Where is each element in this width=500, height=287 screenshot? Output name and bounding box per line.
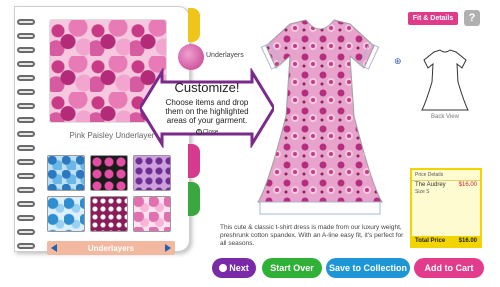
close-label: Close <box>202 129 219 136</box>
fabric-swatch[interactable] <box>90 196 128 232</box>
fabric-swatch[interactable] <box>133 155 171 191</box>
add-to-cart-button[interactable]: Add to Cart <box>414 258 484 278</box>
price-details-panel: Price Details The Audrey $16.00 Size S T… <box>410 168 482 248</box>
price-item-row: The Audrey $16.00 <box>412 181 480 189</box>
tab-fabrics[interactable] <box>188 8 200 42</box>
back-view-label: Back View <box>431 114 459 120</box>
price-header: Price Details <box>412 170 480 181</box>
help-button[interactable]: ? <box>464 10 480 26</box>
fabric-swatch[interactable] <box>47 155 85 191</box>
fabric-swatch[interactable] <box>47 196 85 232</box>
hem-dropzone <box>259 201 381 215</box>
price-size: Size S <box>415 189 430 195</box>
start-over-button[interactable]: Start Over <box>262 258 322 278</box>
price-total-label: Total Price <box>415 238 446 244</box>
next-arrow-icon[interactable] <box>165 244 171 252</box>
underlayers-icon-label: Underlayers <box>206 52 244 59</box>
tab-accents[interactable] <box>188 182 200 216</box>
callout-title: Customize! <box>174 80 240 95</box>
category-label: Underlayers <box>87 243 135 253</box>
next-button[interactable]: Next <box>212 258 256 278</box>
underlayers-icon[interactable] <box>178 44 204 70</box>
dress-body <box>257 19 383 203</box>
fabric-swatch-grid <box>47 155 171 237</box>
customize-callout: Customize! Choose items and drop them on… <box>140 68 274 148</box>
fit-details-button[interactable]: Fit & Details <box>408 12 458 25</box>
fabric-swatch[interactable] <box>133 196 171 232</box>
callout-text: Choose items and drop them on the highli… <box>165 98 249 125</box>
garment-description: This cute & classic t-shirt dress is mad… <box>220 224 404 247</box>
price-item-value: $16.00 <box>458 182 477 188</box>
customizer-window: Pink Paisley Underlayer Underlayers Unde… <box>0 0 500 287</box>
price-item-name: The Audrey <box>415 182 446 188</box>
next-arrow-icon <box>219 264 228 272</box>
price-total-row: Total Price $16.00 <box>412 236 480 246</box>
close-icon: × <box>195 129 202 135</box>
callout-close-button[interactable]: × Close <box>140 129 274 136</box>
zoom-icon[interactable]: ⊕ <box>394 56 402 67</box>
category-bar: Underlayers <box>47 241 175 255</box>
save-to-collection-button[interactable]: Save to Collection <box>326 258 410 278</box>
fabric-swatch[interactable] <box>90 155 128 191</box>
price-total-value: $16.00 <box>458 238 477 244</box>
tab-trims[interactable] <box>188 144 200 178</box>
next-label: Next <box>229 263 249 273</box>
